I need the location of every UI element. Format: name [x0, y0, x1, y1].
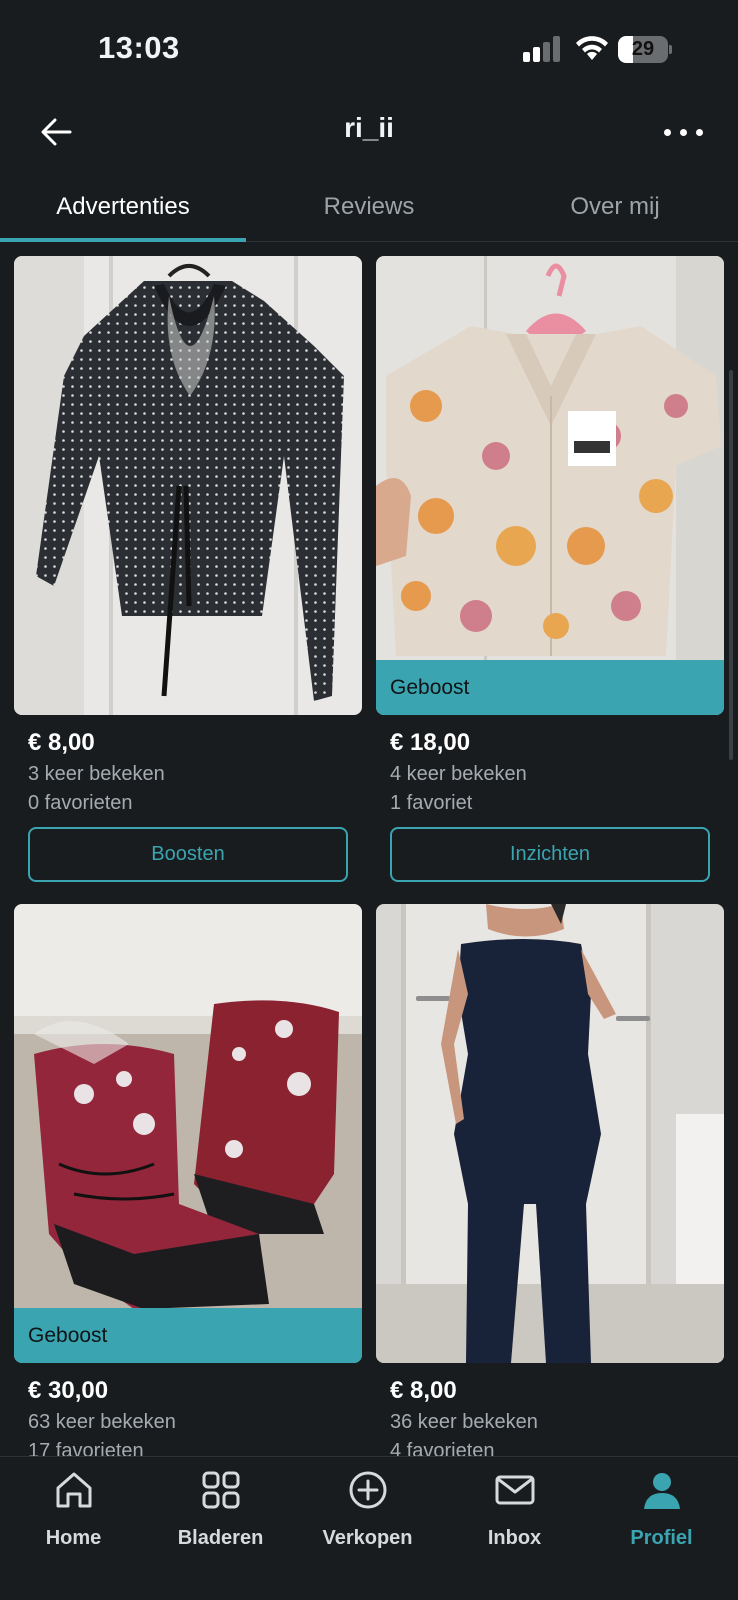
nav-bladeren[interactable]: Bladeren: [147, 1457, 294, 1567]
nav-label: Home: [45, 1527, 102, 1549]
scrollbar[interactable]: [729, 370, 733, 760]
listing-views: 4 keer bekeken: [390, 763, 527, 785]
listing-image-snow-boots[interactable]: Geboost: [14, 904, 362, 1363]
home-icon: [56, 1472, 92, 1508]
listing-price: € 8,00: [28, 729, 95, 756]
active-tab-indicator: [0, 238, 246, 242]
nav-label: Profiel: [630, 1527, 693, 1549]
battery-icon: 29: [618, 36, 672, 63]
nav-label: Inbox: [487, 1527, 542, 1549]
insights-button[interactable]: Inzichten: [390, 827, 710, 882]
nav-inbox[interactable]: Inbox: [441, 1457, 588, 1567]
nav-profiel[interactable]: Profiel: [588, 1457, 735, 1567]
status-bar: 13:03 29: [0, 0, 738, 100]
bottom-navigation: Home Bladeren Verkopen Inbox Profiel: [0, 1456, 738, 1600]
listing-card[interactable]: € 8,00 3 keer bekeken 0 favorieten Boost…: [14, 256, 362, 882]
nav-label: Bladeren: [177, 1527, 264, 1549]
listing-price: € 8,00: [390, 1377, 457, 1404]
cellular-signal-icon: [523, 36, 561, 62]
boosted-badge: Geboost: [376, 660, 724, 715]
listing-views: 3 keer bekeken: [28, 763, 165, 785]
status-time: 13:03: [98, 30, 180, 65]
listing-card[interactable]: Geboost € 18,00 4 keer bekeken 1 favorie…: [376, 256, 724, 882]
listing-image-jumpsuit[interactable]: [376, 904, 724, 1363]
nav-verkopen[interactable]: Verkopen: [294, 1457, 441, 1567]
profile-tabs: Advertenties Reviews Over mij: [0, 172, 738, 242]
listing-price: € 30,00: [28, 1377, 109, 1404]
nav-home[interactable]: Home: [0, 1457, 147, 1567]
listing-views: 36 keer bekeken: [390, 1411, 538, 1433]
more-horizontal-icon[interactable]: [660, 112, 706, 152]
listing-favorites: 0 favorieten: [28, 792, 133, 814]
grid-icon: [202, 1471, 240, 1509]
boost-button[interactable]: Boosten: [28, 827, 348, 882]
listing-card[interactable]: € 8,00 36 keer bekeken 4 favorieten: [376, 904, 724, 1463]
page-title: ri_ii: [344, 112, 394, 143]
mail-icon: [495, 1475, 535, 1505]
tab-reviews[interactable]: Reviews: [246, 172, 492, 242]
boosted-badge: Geboost: [14, 1308, 362, 1363]
wifi-icon: [576, 36, 608, 60]
listing-price: € 18,00: [390, 729, 471, 756]
listing-image-floral-shirt[interactable]: Geboost: [376, 256, 724, 715]
listing-views: 63 keer bekeken: [28, 1411, 176, 1433]
tab-advertenties[interactable]: Advertenties: [0, 172, 246, 242]
profile-header: ri_ii: [0, 100, 738, 166]
nav-label: Verkopen: [322, 1527, 413, 1549]
profile-icon: [644, 1473, 680, 1509]
tab-over-mij[interactable]: Over mij: [492, 172, 738, 242]
listing-favorites: 1 favoriet: [390, 792, 473, 814]
listing-image-blouse[interactable]: [14, 256, 362, 715]
listing-card[interactable]: Geboost € 30,00 63 keer bekeken 17 favor…: [14, 904, 362, 1463]
battery-level: 29: [631, 38, 655, 60]
plus-circle-icon: [349, 1471, 387, 1509]
